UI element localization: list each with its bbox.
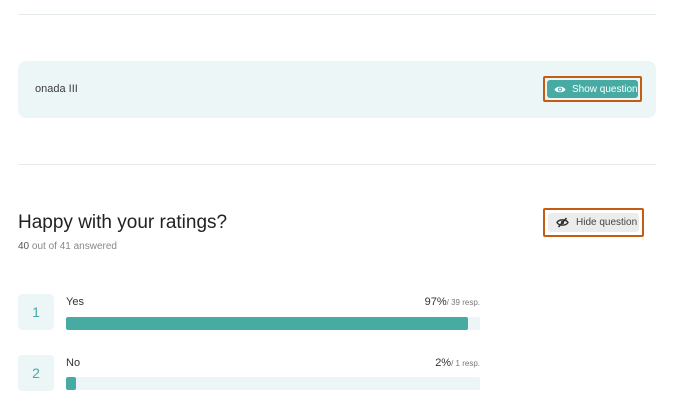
eye-slash-icon bbox=[556, 217, 569, 228]
answered-rest: out of 41 answered bbox=[29, 241, 117, 252]
middle-divider bbox=[18, 164, 656, 165]
option-2-bar-fill bbox=[66, 377, 77, 390]
eye-icon bbox=[554, 85, 566, 94]
option-1-responses: / 39 resp. bbox=[446, 298, 480, 307]
top-divider bbox=[18, 14, 656, 15]
option-1-percent-value: 97% bbox=[424, 296, 447, 308]
option-2-responses: / 1 resp. bbox=[451, 359, 480, 368]
option-2-number: 2 bbox=[18, 355, 54, 391]
option-1-number: 1 bbox=[18, 294, 54, 330]
option-2-percent-value: 2% bbox=[435, 357, 452, 369]
hide-question-label: Hide question bbox=[576, 217, 638, 228]
hidden-question-title: onada III bbox=[35, 83, 78, 95]
option-1-percent: 97%/ 39 resp. bbox=[425, 296, 480, 308]
option-1-bar bbox=[66, 317, 480, 330]
option-1-bar-fill bbox=[66, 317, 468, 330]
option-2-percent: 2%/ 1 resp. bbox=[435, 357, 480, 369]
option-1-label: Yes bbox=[66, 296, 84, 308]
answered-count: 40 bbox=[18, 241, 30, 252]
option-2-label: No bbox=[66, 357, 81, 369]
show-question-label: Show question bbox=[572, 83, 638, 95]
answered-summary: 40 out of 41 answered bbox=[18, 241, 117, 252]
hide-question-button[interactable]: Hide question bbox=[548, 213, 639, 232]
question-title: Happy with your ratings? bbox=[18, 212, 228, 233]
option-2-bar bbox=[66, 377, 480, 390]
show-question-button[interactable]: Show question bbox=[547, 80, 638, 98]
